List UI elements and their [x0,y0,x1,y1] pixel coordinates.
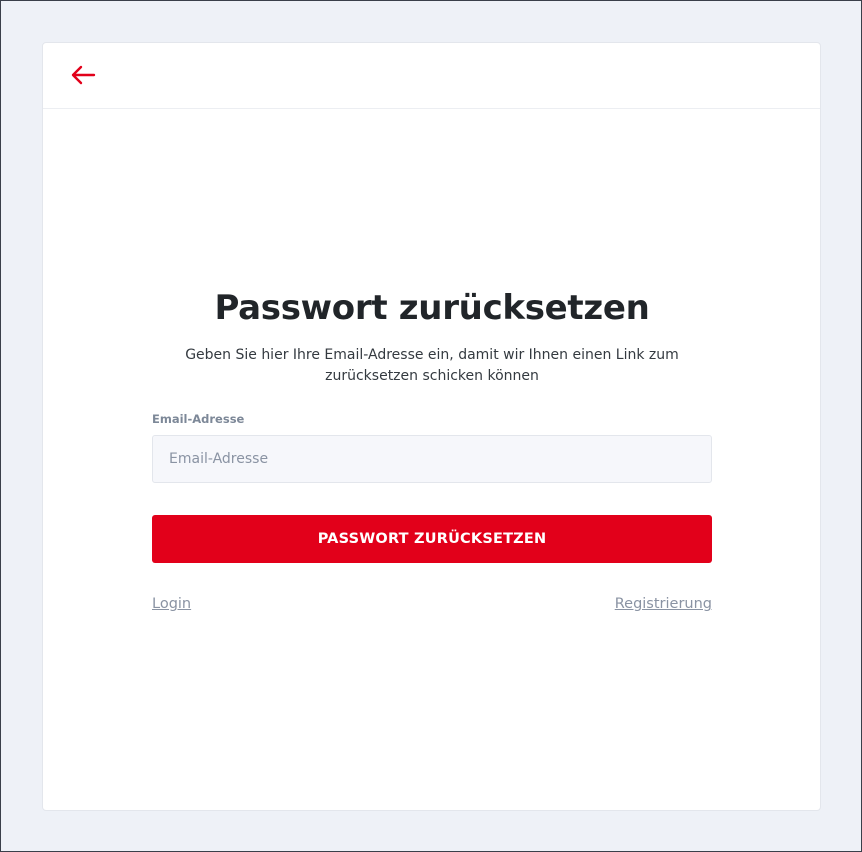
reset-form: Passwort zurücksetzen Geben Sie hier Ihr… [152,283,712,612]
page-title: Passwort zurücksetzen [214,288,650,328]
login-link[interactable]: Login [152,596,191,612]
arrow-left-icon [71,65,96,85]
page-subtitle: Geben Sie hier Ihre Email-Adresse ein, d… [185,347,679,384]
card-header [43,43,820,109]
reset-password-card: Passwort zurücksetzen Geben Sie hier Ihr… [42,42,821,811]
email-field[interactable] [152,435,712,483]
back-button[interactable] [69,63,97,87]
auth-links: Login Registrierung [152,596,712,612]
email-label: Email-Adresse [152,412,245,426]
reset-password-button[interactable]: PASSWORT ZURÜCKSETZEN [152,515,712,563]
register-link[interactable]: Registrierung [615,596,712,612]
